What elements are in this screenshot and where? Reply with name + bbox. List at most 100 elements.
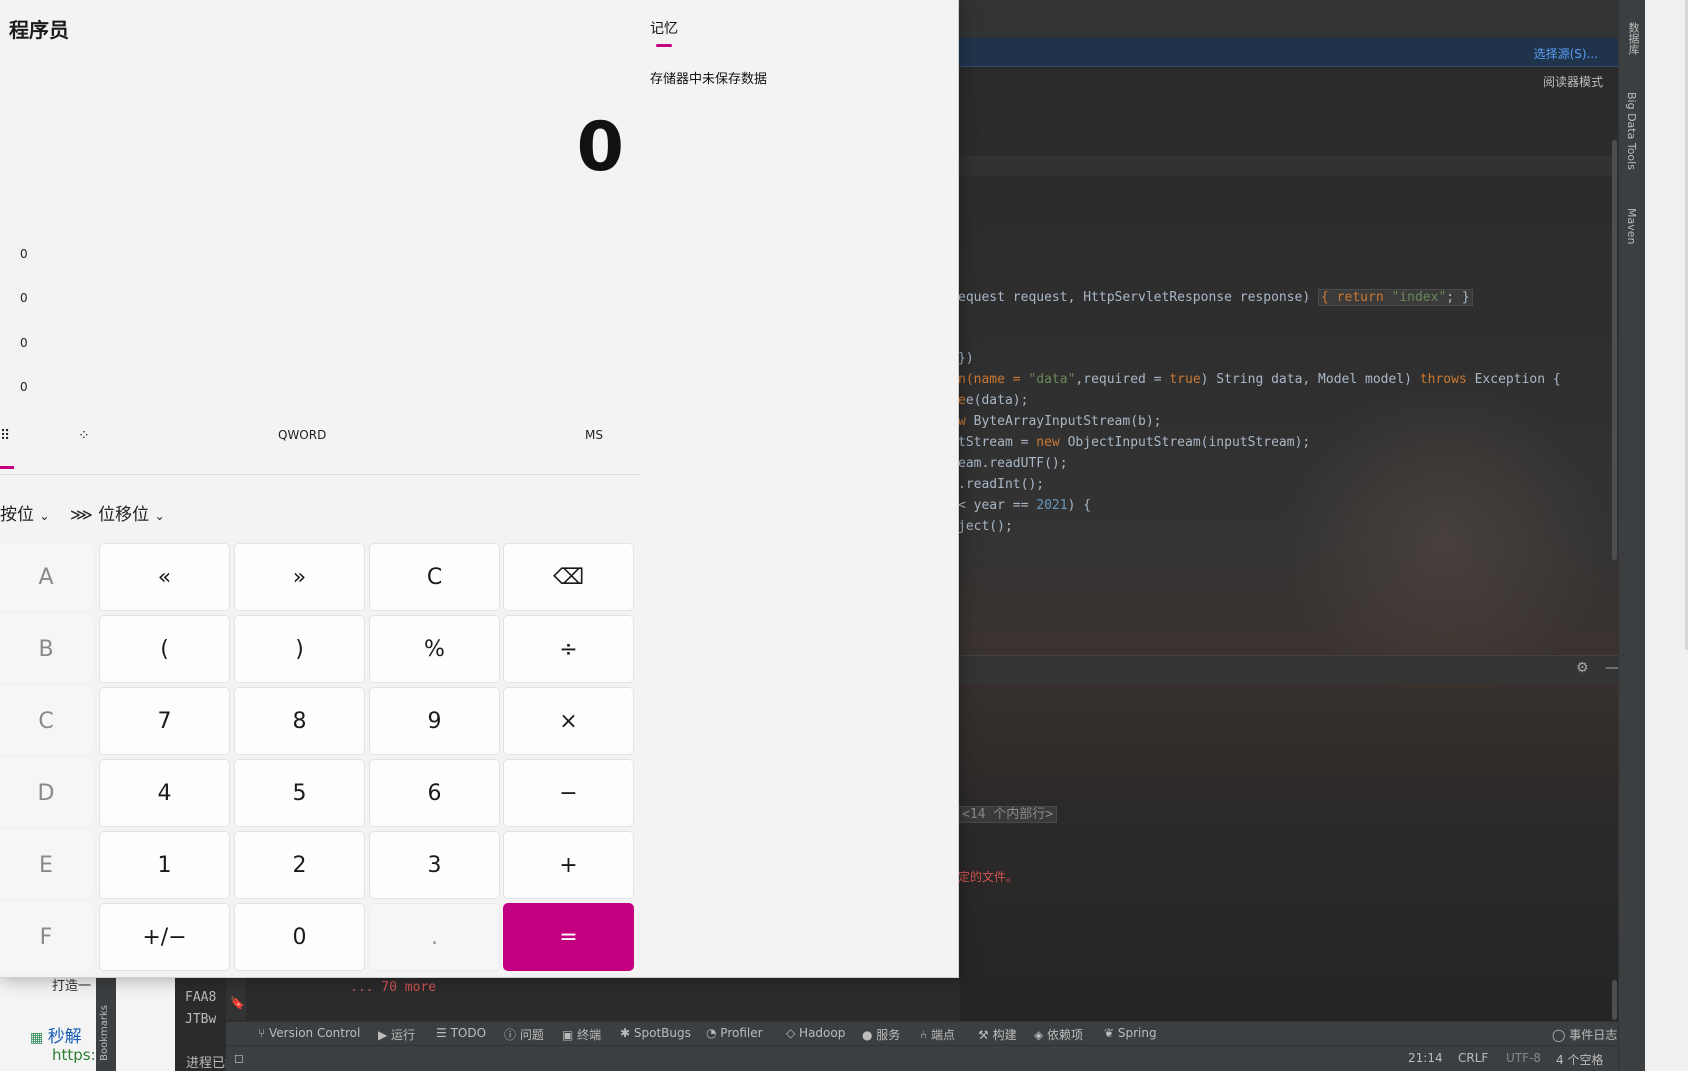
hex-value[interactable]: 0 [20,247,28,261]
key-percent[interactable]: % [369,615,500,683]
key-7[interactable]: 7 [99,687,230,755]
bottom-tool-tabs: ⑂ Version Control ▶ 运行 ☰ TODO ⓘ 问题 ▣ 终端 … [226,1021,1645,1046]
tab-services[interactable]: ● 服务 [862,1026,900,1043]
code-line: tStream = new ObjectInputStream(inputStr… [958,434,1310,452]
key-f: F [0,903,94,971]
key-subtract[interactable]: − [503,759,634,827]
code-editor[interactable]: equest request, HttpServletResponse resp… [958,0,1561,534]
key-right-shift[interactable]: » [234,543,365,611]
code-text: Exception { [1466,372,1561,387]
bitshift-dropdown[interactable]: ⋙ 位移位 ⌄ [70,500,165,525]
file-encoding[interactable]: UTF-8 [1506,1051,1541,1065]
bookmarks-label[interactable]: Bookmarks [99,1005,110,1061]
key-4[interactable]: 4 [99,759,230,827]
memory-store-button[interactable]: MS [585,428,603,442]
key-d: D [0,759,94,827]
key-9[interactable]: 9 [369,687,500,755]
link-https[interactable]: https: [52,1046,96,1064]
key-2[interactable]: 2 [234,831,365,899]
key-8[interactable]: 8 [234,687,365,755]
key-negate[interactable]: +/− [99,903,230,971]
key-divide[interactable]: ÷ [503,615,634,683]
key-left-shift[interactable]: « [99,543,230,611]
code-text: < year == [958,498,1037,513]
bin-value[interactable]: 0 [20,380,28,394]
gear-icon[interactable]: ⚙ [1576,660,1589,676]
tab-spring[interactable]: ❦ Spring [1104,1026,1157,1040]
code-text: ObjectInputStream(inputStream); [1059,435,1311,450]
key-backspace[interactable]: ⌫ [503,543,634,611]
calculator-mode-title: 程序员 [9,18,69,42]
background-window-edge [1645,0,1688,1071]
key-6[interactable]: 6 [369,759,500,827]
run-panel-header [958,655,1618,684]
code-line: eam.readUTF(); [958,456,1068,471]
oct-value[interactable]: 0 [20,336,28,350]
tab-event-log[interactable]: ◯ 事件日志 [1552,1026,1617,1043]
code-line: < year == 2021) { [958,497,1091,515]
tab-run[interactable]: ▶ 运行 [378,1026,415,1043]
console-line: JTBw [185,1012,217,1027]
big-data-tools[interactable]: Big Data Tools [1625,92,1638,170]
key-add[interactable]: + [503,831,634,899]
reader-mode-toggle[interactable]: 阅读器模式 [1543,73,1603,90]
key-open-paren[interactable]: ( [99,615,230,683]
tab-todo[interactable]: ☰ TODO [436,1026,486,1040]
tab-profiler[interactable]: ◔ Profiler [706,1026,763,1040]
tab-build[interactable]: ⚒ 构建 [978,1026,1017,1043]
layout-icon[interactable]: ◻ [234,1051,244,1065]
code-string: "data" [1028,372,1076,387]
indent-setting[interactable]: 4 个空格 [1556,1051,1603,1068]
minimize-icon[interactable]: — [1605,660,1619,676]
key-b: B [0,615,94,683]
maven-tool[interactable]: Maven [1625,208,1638,244]
key-0[interactable]: 0 [234,903,365,971]
tab-memory[interactable]: 记忆 [650,18,678,38]
chevron-down-icon: ⌄ [154,509,165,523]
internal-frames-fold[interactable]: <14 个内部行> [958,803,1058,823]
bitshift-icon: ⋙ [70,505,93,524]
tab-spotbugs[interactable]: ✱ SpotBugs [620,1026,691,1040]
choose-source-link[interactable]: 选择源(S)... [1534,45,1598,62]
keypad-divider [0,474,640,475]
tab-dependencies[interactable]: ◈ 依赖项 [1034,1026,1083,1043]
line-separator[interactable]: CRLF [1458,1051,1488,1065]
editor-scrollbar[interactable] [1612,140,1617,560]
key-close-paren[interactable]: ) [234,615,365,683]
decompiled-notice-bar: 选择源(S)... [958,38,1618,67]
code-keyword: throws [1419,372,1467,387]
link-miaojie[interactable]: ▦ 秒解 [30,1022,82,1047]
key-5[interactable]: 5 [234,759,365,827]
tab-terminal[interactable]: ▣ 终端 [562,1026,601,1043]
tab-endpoints[interactable]: ⑃ 端点 [920,1026,955,1043]
dec-value[interactable]: 0 [20,291,28,305]
calculator-window: 程序员 0 0 0 0 0 ⠿ ⁘ QWORD MS 按位 ⌄ ⋙ 位移位 ⌄ … [0,0,959,978]
tab-problems[interactable]: ⓘ 问题 [504,1026,544,1043]
tab-hadoop[interactable]: ◇ Hadoop [786,1026,845,1040]
database-tool[interactable]: 数据库 [1625,22,1641,55]
key-decimal: . [369,903,500,971]
key-equals[interactable]: = [503,903,634,971]
bit-toggle-keypad-icon[interactable]: ⁘ [78,428,90,444]
key-multiply[interactable]: × [503,687,634,755]
key-a: A [0,543,94,611]
code-line: w ByteArrayInputStream(b); [958,414,1162,429]
caret-position[interactable]: 21:14 [1408,1051,1443,1065]
run-more-line: ... 70 more [350,980,437,995]
console-scrollbar[interactable] [1612,980,1617,1020]
word-size-button[interactable]: QWORD [278,428,326,442]
code-line: }) [958,351,974,366]
key-1[interactable]: 1 [99,831,230,899]
tab-version-control[interactable]: ⑂ Version Control [258,1026,360,1040]
status-bar: ◻ 21:14 CRLF UTF-8 4 个空格 🔓 [226,1045,1645,1071]
full-keypad-icon[interactable]: ⠿ [0,428,10,444]
key-3[interactable]: 3 [369,831,500,899]
bitwise-dropdown[interactable]: 按位 ⌄ [0,500,49,525]
code-line: equest request, HttpServletResponse resp… [958,289,1473,307]
key-clear[interactable]: C [369,543,500,611]
code-text: ; } [1446,290,1470,305]
ide-toolbar [958,0,1645,39]
bookmark-icon[interactable]: 🔖 [230,996,245,1010]
console-line: FAA8 [185,990,217,1005]
chevron-down-icon: ⌄ [39,509,50,523]
